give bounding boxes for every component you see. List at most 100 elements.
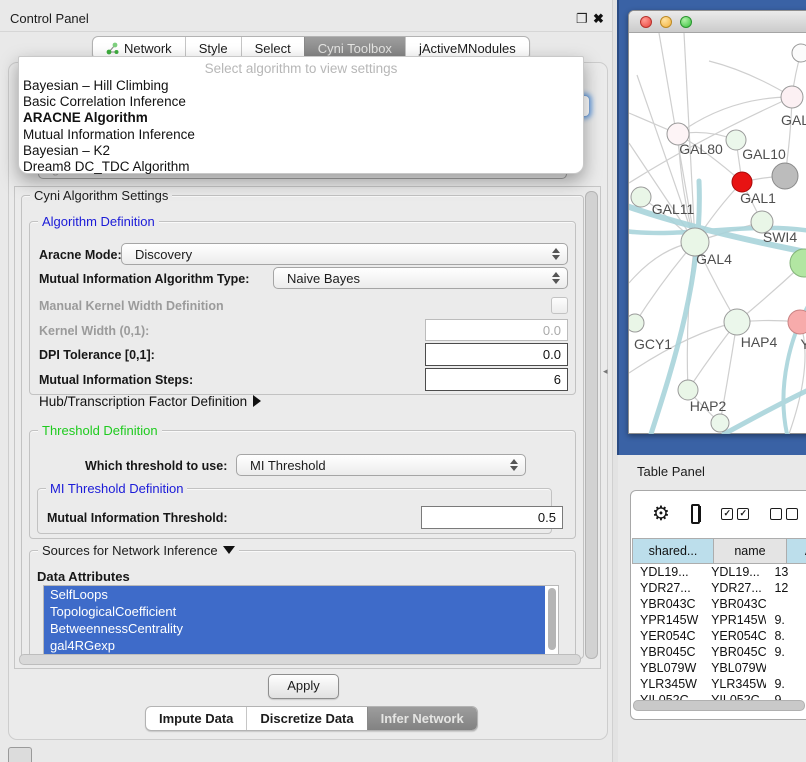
mi-steps-field[interactable]: 6: [425, 368, 568, 391]
expander-arrow-icon: [253, 395, 261, 407]
table-cell: 12: [766, 580, 806, 596]
sources-title: Sources for Network Inference: [38, 543, 239, 558]
node-label: GAL1: [740, 190, 776, 206]
network-node-y[interactable]: [788, 310, 806, 334]
gear-icon[interactable]: ⚙: [652, 504, 670, 524]
apply-button[interactable]: Apply: [268, 674, 339, 699]
control-panel-title: Control Panel: [10, 11, 89, 26]
table-row[interactable]: YBR043CYBR043C: [632, 596, 806, 612]
column-header-A[interactable]: A: [787, 538, 806, 564]
which-threshold-combobox[interactable]: MI Threshold: [236, 454, 526, 476]
network-node[interactable]: [711, 414, 729, 432]
table-cell: 8.: [766, 628, 806, 644]
table-cell: YBR043C: [703, 596, 766, 612]
network-node-gal11[interactable]: [631, 187, 651, 207]
node-label: GAL80: [679, 141, 723, 157]
collapsed-panel-button[interactable]: [8, 747, 32, 762]
attribute-list-item[interactable]: SelfLoops: [44, 586, 545, 603]
network-node-gal1[interactable]: [732, 172, 752, 192]
mi-threshold-group-title: MI Threshold Definition: [46, 481, 187, 496]
columns-icon[interactable]: [691, 504, 700, 524]
node-label: GAL: [781, 112, 806, 128]
kernel-width-field[interactable]: 0.0: [425, 319, 568, 341]
table-cell: YDR27...: [632, 580, 703, 596]
zoom-traffic-light[interactable]: [680, 16, 692, 28]
table-row[interactable]: YER054CYER054C8.: [632, 628, 806, 644]
table-cell: YER054C: [703, 628, 766, 644]
table-cell: YBR043C: [632, 596, 703, 612]
dropdown-item[interactable]: ARACNE Algorithm: [22, 110, 580, 126]
table-row[interactable]: YBR045CYBR045C9.: [632, 644, 806, 660]
tab-infer-network[interactable]: Infer Network: [367, 707, 477, 730]
minimize-traffic-light[interactable]: [660, 16, 672, 28]
tab-label: jActiveMNodules: [419, 41, 516, 56]
data-attributes-list: SelfLoopsTopologicalCoefficientBetweenne…: [43, 585, 559, 657]
tab-discretize-data[interactable]: Discretize Data: [246, 707, 366, 730]
attributes-scrollbar[interactable]: [548, 588, 556, 650]
dropdown-item[interactable]: Bayesian – Hill Climbing: [22, 78, 580, 94]
table-cell: YDL19...: [703, 564, 766, 580]
kernel-width-label: Kernel Width (0,1):: [39, 324, 149, 338]
node-label: GCY1: [634, 336, 672, 352]
node-label: Y: [800, 336, 806, 352]
close-icon[interactable]: ✖: [593, 11, 604, 27]
float-window-icon[interactable]: ❐: [576, 11, 588, 27]
dropdown-placeholder: Select algorithm to view settings: [19, 61, 583, 76]
mi-threshold-field[interactable]: 0.5: [421, 506, 563, 529]
table-toolbar: ⚙ ✓✓: [630, 492, 806, 536]
mi-steps-label: Mutual Information Steps:: [39, 373, 193, 387]
table-cell: YER054C: [632, 628, 703, 644]
select-all-columns-icon[interactable]: ✓✓: [721, 508, 749, 520]
table-row[interactable]: YLR345WYLR345W9.: [632, 676, 806, 692]
column-header-name[interactable]: name: [714, 538, 787, 564]
dropdown-item[interactable]: Bayesian – K2: [22, 143, 580, 159]
tab-label: Network: [124, 41, 172, 56]
stepper-arrows-icon: [552, 272, 560, 284]
node-label: GAL10: [742, 146, 786, 162]
deselect-all-columns-icon[interactable]: [770, 508, 798, 520]
splitter-arrow-icon[interactable]: ◂: [603, 366, 608, 377]
dropdown-item[interactable]: Basic Correlation Inference: [22, 94, 580, 110]
dpi-tolerance-field[interactable]: 0.0: [425, 343, 568, 366]
table-row[interactable]: YBL079WYBL079W: [632, 660, 806, 676]
mi-type-value: Naive Bayes: [287, 271, 360, 286]
settings-horizontal-scrollbar[interactable]: [19, 654, 581, 665]
attribute-list-item[interactable]: BetweennessCentrality: [44, 620, 545, 637]
dropdown-item[interactable]: Dream8 DC_TDC Algorithm: [22, 159, 580, 175]
table-row[interactable]: YDR27...YDR27...12: [632, 580, 806, 596]
network-node-gal[interactable]: [781, 86, 803, 108]
node-label: HAP4: [741, 334, 778, 350]
column-header-shared...[interactable]: shared...: [632, 538, 714, 564]
hub-definition-expander[interactable]: Hub/Transcription Factor Definition: [39, 394, 261, 409]
network-node[interactable]: [772, 163, 798, 189]
settings-vertical-scrollbar[interactable]: [585, 191, 598, 659]
tab-label: Select: [255, 41, 291, 56]
network-node[interactable]: [792, 44, 806, 62]
which-threshold-value: MI Threshold: [250, 458, 326, 473]
table-cell: YLR345W: [632, 676, 703, 692]
table-cell: YPR145W: [632, 612, 703, 628]
network-node-hap4[interactable]: [724, 309, 750, 335]
table-row[interactable]: YPR145WYPR145W9.: [632, 612, 806, 628]
network-window[interactable]: GALGAL80GAL10GAL1GAL11GAL4SWI4GCY1HAP4YH…: [628, 10, 806, 434]
table-cell: YPR145W: [703, 612, 766, 628]
cyni-algorithm-settings-title: Cyni Algorithm Settings: [30, 188, 172, 203]
network-node-hap2[interactable]: [678, 380, 698, 400]
close-traffic-light[interactable]: [640, 16, 652, 28]
threshold-definition-title: Threshold Definition: [38, 423, 162, 438]
manual-kernel-checkbox[interactable]: [551, 297, 568, 314]
table-cell: [766, 660, 806, 676]
tab-impute-data[interactable]: Impute Data: [146, 707, 246, 730]
aracne-mode-combobox[interactable]: Discovery: [121, 243, 568, 265]
network-canvas[interactable]: GALGAL80GAL10GAL1GAL11GAL4SWI4GCY1HAP4YH…: [629, 33, 806, 434]
attribute-list-item[interactable]: TopologicalCoefficient: [44, 603, 545, 620]
attribute-list-item[interactable]: gal4RGexp: [44, 637, 545, 654]
network-window-titlebar[interactable]: [629, 11, 806, 33]
table-row[interactable]: YDL19...YDL19...13: [632, 564, 806, 580]
mi-type-combobox[interactable]: Naive Bayes: [273, 267, 568, 289]
table-horizontal-scrollbar[interactable]: [633, 700, 805, 711]
network-node-swi4[interactable]: [790, 249, 806, 277]
network-node-gcy1[interactable]: [629, 314, 644, 332]
aracne-mode-label: Aracne Mode:: [39, 248, 122, 262]
dropdown-item[interactable]: Mutual Information Inference: [22, 127, 580, 143]
